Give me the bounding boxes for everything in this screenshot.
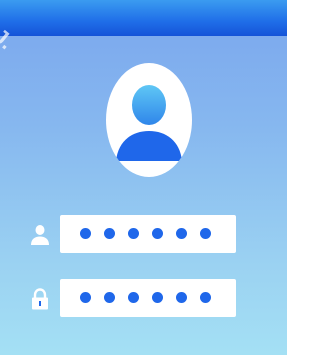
masked-char-dot xyxy=(176,228,187,239)
masked-char-dot xyxy=(200,228,211,239)
user-icon xyxy=(31,225,49,245)
password-row: •••••• xyxy=(0,279,287,319)
username-row: •••••• xyxy=(0,215,287,255)
masked-char-dot xyxy=(152,228,163,239)
password-value: •••••• xyxy=(60,279,61,280)
masked-char-dot xyxy=(200,292,211,303)
avatar xyxy=(106,63,192,177)
masked-char-dot xyxy=(152,292,163,303)
masked-char-dot xyxy=(128,228,139,239)
username-masked-dots xyxy=(80,228,211,240)
masked-char-dot xyxy=(104,292,115,303)
masked-char-dot xyxy=(80,228,91,239)
username-input[interactable]: •••••• xyxy=(60,215,236,253)
username-value: •••••• xyxy=(60,215,61,216)
masked-char-dot xyxy=(176,292,187,303)
password-masked-dots xyxy=(80,292,211,304)
watermark: J. xyxy=(0,8,64,68)
masked-char-dot xyxy=(104,228,115,239)
watermark-text: J. xyxy=(0,23,19,55)
masked-char-dot xyxy=(128,292,139,303)
lock-icon xyxy=(32,288,48,310)
masked-char-dot xyxy=(80,292,91,303)
login-screen: J. •••••• xyxy=(0,0,287,355)
user-avatar-icon xyxy=(116,85,182,161)
password-input[interactable]: •••••• xyxy=(60,279,236,317)
